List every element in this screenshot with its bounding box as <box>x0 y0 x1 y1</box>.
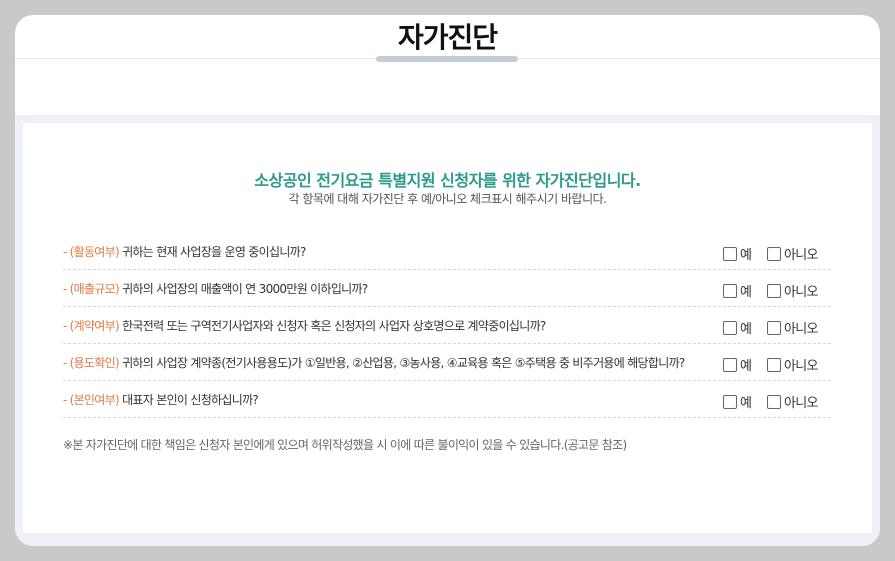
bullet-dash: - <box>63 282 67 296</box>
yes-checkbox[interactable] <box>723 395 737 409</box>
question-text: 귀하는 현재 사업장을 운영 중이십니까? <box>122 245 306 259</box>
no-option[interactable]: 아니오 <box>767 318 818 337</box>
no-label: 아니오 <box>784 359 818 374</box>
intro-subline: 각 항목에 대해 자가진단 후 예/아니오 체크표시 해주시기 바랍니다. <box>288 192 607 206</box>
question: - (매출규모) 귀하의 사업장의 매출액이 연 3000만원 이하입니까? <box>63 280 368 297</box>
question-text: 귀하의 사업장 계약종(전기사용용도)가 ①일반용, ②산업용, ③농사용, ④… <box>122 356 685 370</box>
no-option[interactable]: 아니오 <box>767 355 818 374</box>
no-checkbox[interactable] <box>767 247 781 261</box>
yes-checkbox[interactable] <box>723 358 737 372</box>
no-option[interactable]: 아니오 <box>767 281 818 300</box>
disclaimer-note: ※본 자가진단에 대한 책임은 신청자 본인에게 있으며 허위작성했을 시 이에… <box>63 438 627 452</box>
question-tag: (매출규모) <box>69 282 120 296</box>
yes-checkbox[interactable] <box>723 284 737 298</box>
question-list: - (활동여부) 귀하는 현재 사업장을 운영 중이십니까? 예 아니오 - (매출… <box>63 233 831 418</box>
no-checkbox[interactable] <box>767 321 781 335</box>
no-option[interactable]: 아니오 <box>767 244 818 263</box>
page-title: 자가진단 <box>397 21 498 54</box>
no-checkbox[interactable] <box>767 395 781 409</box>
yes-option[interactable]: 예 <box>723 392 752 411</box>
no-label: 아니오 <box>784 248 818 263</box>
no-checkbox[interactable] <box>767 358 781 372</box>
question-tag: (계약여부) <box>69 319 120 333</box>
no-label: 아니오 <box>784 322 818 337</box>
bullet-dash: - <box>63 393 67 407</box>
yes-label: 예 <box>740 322 752 337</box>
yes-option[interactable]: 예 <box>723 281 752 300</box>
app-window: 자가진단 소상공인 전기요금 특별지원 신청자를 위한 자가진단입니다. 각 항… <box>15 15 880 546</box>
bullet-dash: - <box>63 245 67 259</box>
no-option[interactable]: 아니오 <box>767 392 818 411</box>
yes-checkbox[interactable] <box>723 247 737 261</box>
title-underline <box>376 56 518 62</box>
intro-headline: 소상공인 전기요금 특별지원 신청자를 위한 자가진단입니다. <box>254 171 641 190</box>
question-row-contract: - (계약여부) 한국전력 또는 구역전기사업자와 신청자 혹은 신청자의 사업자… <box>63 307 831 344</box>
yes-option[interactable]: 예 <box>723 244 752 263</box>
content-frame: 소상공인 전기요금 특별지원 신청자를 위한 자가진단입니다. 각 항목에 대해… <box>15 115 880 546</box>
question-row-activity: - (활동여부) 귀하는 현재 사업장을 운영 중이십니까? 예 아니오 <box>63 233 831 270</box>
question: - (본인여부) 대표자 본인이 신청하십니까? <box>63 391 259 408</box>
question-row-usage: - (용도확인) 귀하의 사업장 계약종(전기사용용도)가 ①일반용, ②산업용,… <box>63 344 831 381</box>
question-tag: (용도확인) <box>69 356 120 370</box>
question: - (용도확인) 귀하의 사업장 계약종(전기사용용도)가 ①일반용, ②산업용,… <box>63 354 685 371</box>
no-label: 아니오 <box>784 285 818 300</box>
yes-label: 예 <box>740 396 752 411</box>
question-tag: (본인여부) <box>69 393 120 407</box>
yes-option[interactable]: 예 <box>723 318 752 337</box>
yes-checkbox[interactable] <box>723 321 737 335</box>
question-row-revenue: - (매출규모) 귀하의 사업장의 매출액이 연 3000만원 이하입니까? 예 … <box>63 270 831 307</box>
question-text: 대표자 본인이 신청하십니까? <box>122 393 259 407</box>
bullet-dash: - <box>63 356 67 370</box>
question: - (활동여부) 귀하는 현재 사업장을 운영 중이십니까? <box>63 243 306 260</box>
yes-option[interactable]: 예 <box>723 355 752 374</box>
question-row-identity: - (본인여부) 대표자 본인이 신청하십니까? 예 아니오 <box>63 381 831 418</box>
question: - (계약여부) 한국전력 또는 구역전기사업자와 신청자 혹은 신청자의 사업자… <box>63 317 546 334</box>
yes-label: 예 <box>740 359 752 374</box>
yes-label: 예 <box>740 285 752 300</box>
question-text: 한국전력 또는 구역전기사업자와 신청자 혹은 신청자의 사업자 상호명으로 계… <box>122 319 546 333</box>
bullet-dash: - <box>63 319 67 333</box>
question-text: 귀하의 사업장의 매출액이 연 3000만원 이하입니까? <box>122 282 368 296</box>
no-label: 아니오 <box>784 396 818 411</box>
question-tag: (활동여부) <box>69 245 120 259</box>
yes-label: 예 <box>740 248 752 263</box>
no-checkbox[interactable] <box>767 284 781 298</box>
self-diagnosis-card: 소상공인 전기요금 특별지원 신청자를 위한 자가진단입니다. 각 항목에 대해… <box>23 123 872 533</box>
